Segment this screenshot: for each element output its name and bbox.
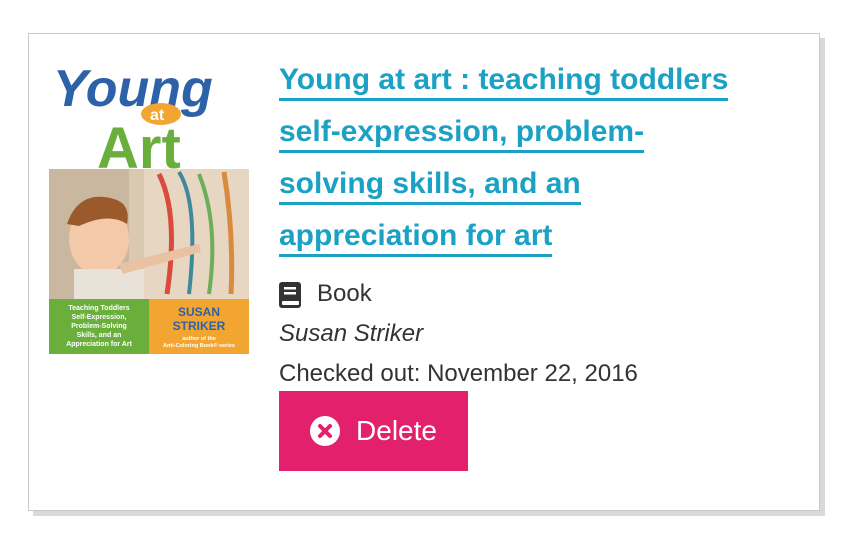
cover-author-note: Anti-Coloring Book® series: [163, 342, 235, 349]
item-title-link[interactable]: Young at art : teaching toddlers self-ex…: [279, 54, 799, 262]
title-line[interactable]: appreciation for art: [279, 219, 553, 257]
item-details: Young at art : teaching toddlers self-ex…: [279, 54, 799, 394]
author-name: Susan Striker: [279, 320, 424, 347]
title-line[interactable]: solving skills, and an: [279, 167, 581, 205]
cover-subtitle-line: Skills, and an: [77, 332, 122, 339]
cover-author-line: SUSAN: [178, 305, 220, 319]
cover-subtitle-line: Problem-Solving: [71, 323, 127, 330]
book-icon: [279, 281, 301, 308]
book-cover-image[interactable]: Young at Art Teaching Toddlers Self-Expr…: [49, 54, 249, 354]
cover-subtitle-line: Self-Expression,: [72, 314, 127, 321]
checked-out-date: Checked out: November 22, 2016: [279, 360, 638, 387]
title-line[interactable]: Young at art : teaching toddlers: [279, 63, 729, 101]
delete-label: Delete: [356, 415, 437, 446]
format-row: Book: [279, 274, 799, 314]
cover-title-young: Young: [53, 60, 213, 118]
title-line[interactable]: self-expression, problem-: [279, 115, 645, 153]
close-circle-icon: [310, 416, 341, 446]
cover-subtitle-line: Teaching Toddlers: [68, 305, 129, 312]
format-label: Book: [317, 280, 372, 307]
cover-subtitle-line: Appreciation for Art: [66, 341, 133, 348]
cover-author-line: STRIKER: [173, 319, 226, 333]
cover-author-note: author of the: [182, 336, 216, 342]
delete-button[interactable]: Delete: [279, 391, 468, 471]
